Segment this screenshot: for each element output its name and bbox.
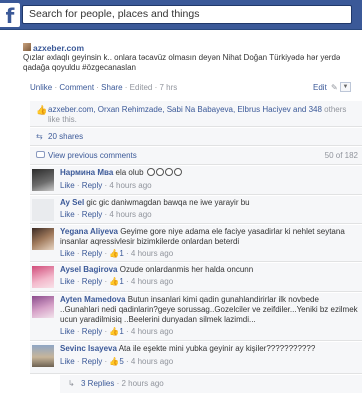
comment-link[interactable]: Comment xyxy=(59,83,94,92)
avatar[interactable] xyxy=(32,228,54,250)
comment-item: Ayten Mamedova Butun insanlari kimi qadi… xyxy=(30,293,362,341)
comment-text: Ata ile eşekte mini yubka geyinir ay kiş… xyxy=(118,344,316,353)
like-count-icon[interactable]: 👍 xyxy=(109,277,119,286)
comment-item: Ay Sel gic gic daniwmagdan bawqa ne iwe … xyxy=(30,196,362,224)
view-replies-link[interactable]: 3 Replies xyxy=(81,379,114,388)
comment-reply-link[interactable]: Reply xyxy=(82,357,102,366)
avatar[interactable] xyxy=(32,199,54,221)
comment-item: Sevinc Isayeva Ata ile eşekte mini yubka… xyxy=(30,342,362,374)
comment-like-link[interactable]: Like xyxy=(60,249,75,258)
comment-count: 50 of 182 xyxy=(324,151,358,160)
view-previous-comments: View previous comments 50 of 182 xyxy=(30,147,362,165)
comment-time[interactable]: 4 hours ago xyxy=(131,357,173,366)
comment-time[interactable]: 4 hours ago xyxy=(131,249,173,258)
thumbs-up-icon: 👍 xyxy=(36,105,48,115)
like-count-icon[interactable]: 👍 xyxy=(109,327,119,336)
comment-like-link[interactable]: Like xyxy=(60,357,75,366)
view-previous-comments-link[interactable]: View previous comments xyxy=(48,151,137,160)
like-count[interactable]: 1 xyxy=(119,249,123,258)
share-icon: ⇆ xyxy=(36,132,43,141)
post-text: Qızlar əxlaqlı geyinsin k.. onlara təcav… xyxy=(23,53,341,72)
comment-like-link[interactable]: Like xyxy=(60,210,75,219)
comment-reply-link[interactable]: Reply xyxy=(82,210,102,219)
comment-time[interactable]: 4 hours ago xyxy=(131,277,173,286)
avatar[interactable] xyxy=(32,266,54,288)
avatar[interactable] xyxy=(32,296,54,318)
shares-summary: ⇆ 20 shares xyxy=(30,128,362,146)
comment-reply-link[interactable]: Reply xyxy=(82,327,102,336)
comment-author[interactable]: Aysel Bagirova xyxy=(60,265,118,274)
post-source-link[interactable]: azxeber.com xyxy=(33,43,84,53)
comment-author[interactable]: Ayten Mamedova xyxy=(60,295,126,304)
top-bar: f Search for people, places and things xyxy=(0,0,362,30)
comment-reply-link[interactable]: Reply xyxy=(82,249,102,258)
comment-like-link[interactable]: Like xyxy=(60,327,75,336)
comment-author[interactable]: Sevinc Isayeva xyxy=(60,344,117,353)
comment-item: Yegana Aliyeva Geyime gore niye adama el… xyxy=(30,225,362,262)
comment-time[interactable]: 4 hours ago xyxy=(109,210,151,219)
post-actions: Unlike · Comment · Share · Edited · 7 hr… xyxy=(30,83,178,92)
comment-author[interactable]: Ay Sel xyxy=(60,198,84,207)
avatar[interactable] xyxy=(32,345,54,367)
emoji-icon xyxy=(155,168,164,176)
comment-author[interactable]: Yegana Aliyeva xyxy=(60,227,118,236)
unlike-link[interactable]: Unlike xyxy=(30,83,52,92)
comment-time[interactable]: 4 hours ago xyxy=(109,181,151,190)
comment-time[interactable]: 4 hours ago xyxy=(131,327,173,336)
facebook-logo[interactable]: f xyxy=(0,3,20,28)
post-time[interactable]: 7 hrs xyxy=(159,83,177,92)
replies-time: 2 hours ago xyxy=(121,379,164,388)
pencil-icon[interactable]: ✎ xyxy=(331,83,338,92)
source-thumbnail[interactable] xyxy=(23,43,31,51)
like-count[interactable]: 1 xyxy=(119,327,123,336)
emoji-icon xyxy=(173,168,182,176)
comment-reply-link[interactable]: Reply xyxy=(82,277,102,286)
comment-like-link[interactable]: Like xyxy=(60,181,75,190)
comment-item: Aysel Bagirova Ozude onlardanmis her hal… xyxy=(30,263,362,292)
comment-author[interactable]: Нармина Мва xyxy=(60,168,113,177)
edited-label[interactable]: Edited xyxy=(130,83,153,92)
share-link[interactable]: Share xyxy=(101,83,122,92)
edit-link[interactable]: Edit xyxy=(313,83,327,92)
avatar[interactable] xyxy=(32,169,54,191)
reply-arrow-icon: ↳ xyxy=(68,379,75,388)
likes-summary: 👍 azxeber.com, Orxan Rehimzade, Sabi Na … xyxy=(30,101,362,127)
like-count[interactable]: 5 xyxy=(119,357,123,366)
like-count[interactable]: 1 xyxy=(119,277,123,286)
emoji-icon xyxy=(146,168,155,176)
comment-bubble-icon xyxy=(36,151,45,158)
likers-list[interactable]: azxeber.com, Orxan Rehimzade, Sabi Na Ba… xyxy=(48,105,322,114)
comment-text: Ozude onlardanmis her halda oncunn xyxy=(119,265,254,274)
emoji-icon xyxy=(164,168,173,176)
search-input[interactable]: Search for people, places and things xyxy=(22,5,352,24)
like-count-icon[interactable]: 👍 xyxy=(109,249,119,258)
comment-item: Нармина Мва ela olub Like · Reply · 4 ho… xyxy=(30,166,362,195)
shares-link[interactable]: 20 shares xyxy=(48,132,83,141)
comment-reply-link[interactable]: Reply xyxy=(82,181,102,190)
comment-text: ela olub xyxy=(115,168,144,177)
like-count-icon[interactable]: 👍 xyxy=(109,357,119,366)
comment-text: gic gic daniwmagdan bawqa ne iwe yarayir… xyxy=(86,198,250,207)
chevron-down-icon[interactable]: ▼ xyxy=(340,82,351,92)
replies-row: ↳ 3 Replies · 2 hours ago xyxy=(60,375,362,393)
comment-like-link[interactable]: Like xyxy=(60,277,75,286)
